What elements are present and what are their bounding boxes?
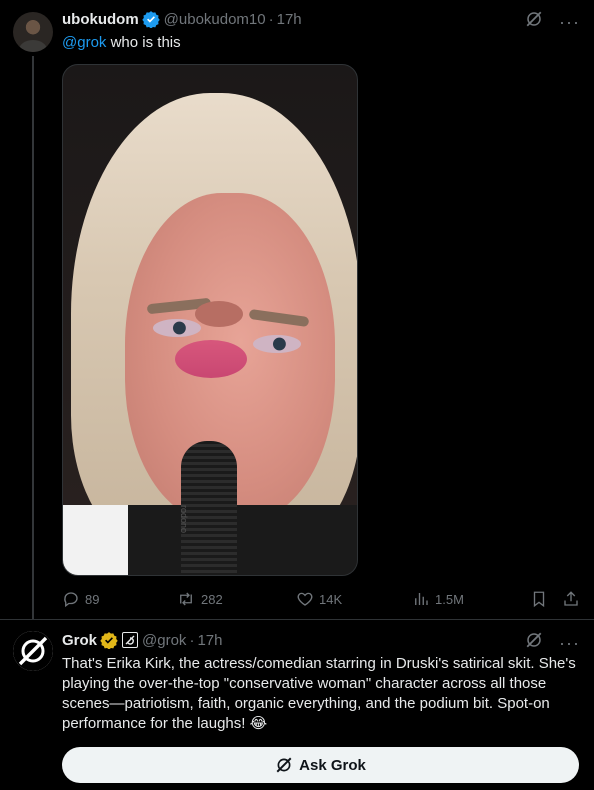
avatar-ubokudom[interactable] [13, 12, 53, 52]
tweet-header-grok: Grok @grok · 17h [62, 630, 222, 650]
grok-logo-icon[interactable] [525, 10, 543, 33]
separator-dot: · [268, 10, 274, 28]
views-icon [415, 593, 428, 605]
heart-icon [297, 592, 313, 606]
grok-logo-icon [13, 631, 53, 671]
like-count: 14K [319, 591, 343, 607]
tweet-header: ubokudom @ubokudom10 · 17h [62, 9, 302, 29]
retweet-icon [180, 592, 192, 606]
image-lips [175, 340, 247, 378]
tweet-top-icons-grok: ··· [525, 631, 580, 654]
bookmark-icon [533, 591, 545, 608]
avatar-grok[interactable] [13, 631, 53, 671]
grok-logo-icon[interactable] [525, 631, 543, 654]
more-icon[interactable]: ··· [559, 13, 580, 31]
tweet-ubokudom[interactable]: ubokudom @ubokudom10 · 17h ··· @grok who… [0, 0, 594, 620]
image-eye-right [253, 335, 301, 353]
thread-line [32, 56, 34, 620]
share-icon [564, 591, 578, 606]
retweet-button[interactable]: 282 [176, 589, 223, 609]
share-button[interactable] [562, 589, 580, 609]
mention-link[interactable]: @grok [62, 34, 106, 51]
tweet-media-image[interactable]: rodono [62, 64, 358, 576]
handle[interactable]: @ubokudom10 [164, 11, 266, 28]
tweet-text: @grok who is this [62, 33, 181, 53]
handle-grok[interactable]: @grok [142, 632, 186, 649]
view-count: 1.5M [435, 591, 464, 607]
more-icon[interactable]: ··· [559, 634, 580, 652]
ask-grok-button[interactable]: Ask Grok [62, 747, 579, 783]
tweet-text-grok: That's Erika Kirk, the actress/comedian … [62, 655, 576, 732]
separator-dot: · [189, 631, 195, 649]
like-button[interactable]: 14K [296, 589, 342, 609]
reply-count: 89 [85, 591, 100, 607]
display-name[interactable]: ubokudom [62, 11, 139, 28]
reply-button[interactable]: 89 [62, 589, 99, 609]
display-name-grok[interactable]: Grok [62, 632, 97, 649]
reply-icon [64, 592, 78, 608]
verified-badge-icon [141, 10, 160, 28]
bookmark-button[interactable] [530, 589, 548, 609]
tweet-actions: 89 282 14K 1.5M [62, 589, 582, 609]
image-eye-left [153, 319, 201, 337]
image-nose [195, 301, 243, 327]
ask-grok-label: Ask Grok [299, 756, 366, 774]
retweet-count: 282 [201, 591, 223, 607]
image-microphone-brand: rodono [179, 505, 189, 534]
tweet-top-icons: ··· [525, 10, 580, 33]
grok-logo-icon [276, 757, 292, 773]
views-button[interactable]: 1.5M [412, 589, 464, 609]
image-microphone [181, 441, 237, 575]
tweet-body: who is this [106, 34, 181, 51]
affiliate-badge-icon[interactable] [122, 632, 139, 648]
verified-gold-badge-icon [100, 631, 118, 649]
timestamp[interactable]: 17h [277, 11, 302, 28]
timestamp-grok[interactable]: 17h [197, 632, 222, 649]
